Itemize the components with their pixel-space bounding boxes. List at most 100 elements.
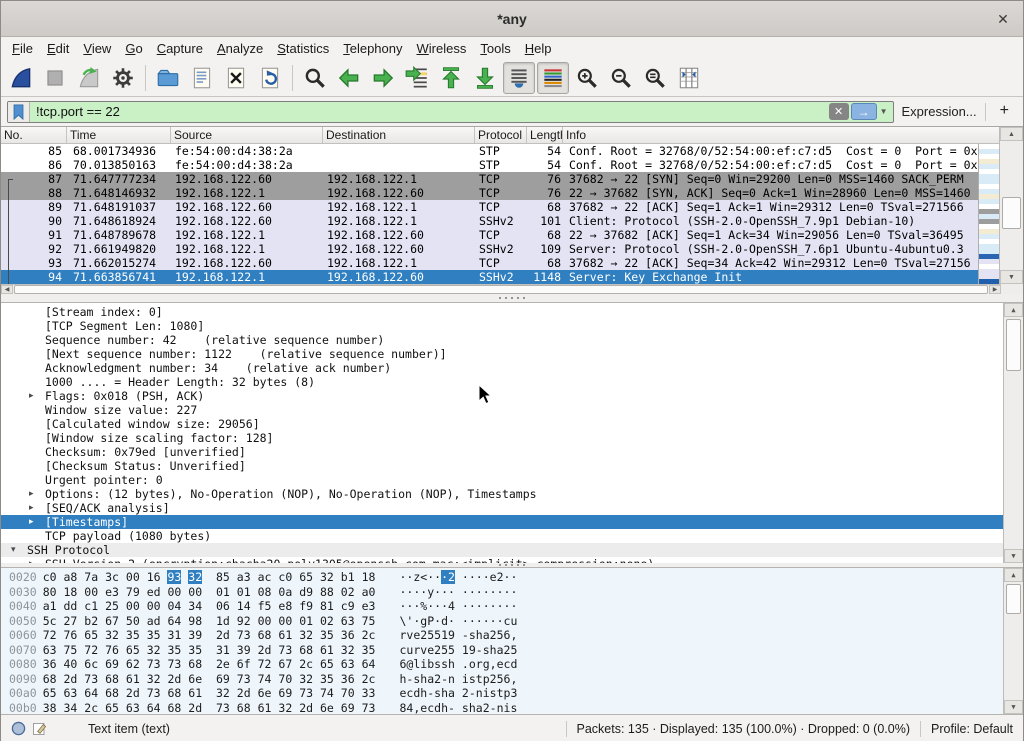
ascii-char[interactable]: - — [476, 643, 483, 657]
hex-row[interactable]: 0040a1 dd c1 25 00 00 04 34 06 14 f5 e8 … — [1, 599, 1023, 614]
ascii-char[interactable]: n — [476, 686, 483, 700]
hex-byte[interactable]: 16 — [147, 570, 161, 584]
hex-byte[interactable]: 61 — [258, 701, 272, 715]
ascii-char[interactable]: 5 — [510, 643, 517, 657]
hex-byte[interactable]: 81 — [320, 599, 334, 613]
hex-byte[interactable]: 39 — [188, 628, 202, 642]
hex-byte[interactable]: 85 — [216, 570, 230, 584]
hex-byte[interactable]: 2d — [64, 672, 78, 686]
hex-byte[interactable]: c9 — [341, 599, 355, 613]
ascii-char[interactable]: 1 — [441, 628, 448, 642]
hex-byte[interactable]: 63 — [341, 657, 355, 671]
hex-byte[interactable]: 7a — [84, 570, 98, 584]
hex-byte[interactable]: 61 — [320, 643, 334, 657]
zoom-out-button[interactable] — [605, 62, 637, 94]
ascii-char[interactable] — [455, 599, 462, 613]
ascii-char[interactable]: , — [490, 657, 497, 671]
hex-byte[interactable]: 36 — [341, 628, 355, 642]
hex-byte[interactable]: 63 — [126, 701, 140, 715]
go-first-button[interactable] — [435, 62, 467, 94]
hex-byte[interactable]: 92 — [237, 614, 251, 628]
hex-byte[interactable]: 72 — [84, 643, 98, 657]
menu-statistics[interactable]: Statistics — [270, 39, 336, 58]
packet-list-hscrollbar[interactable]: ◀ ▶ — [1, 284, 1001, 294]
menu-go[interactable]: Go — [118, 39, 149, 58]
packet-list-hscroll-thumb[interactable] — [14, 285, 988, 294]
ascii-char[interactable]: · — [441, 570, 448, 584]
restart-capture-button[interactable] — [73, 62, 105, 94]
ascii-char[interactable]: i — [483, 686, 490, 700]
ascii-char[interactable]: r — [476, 657, 483, 671]
detail-line[interactable]: ▾SSH Protocol — [1, 543, 1005, 557]
hex-byte[interactable]: 1d — [216, 614, 230, 628]
packet-list-vscrollbar[interactable]: ▲ ▼ — [999, 127, 1023, 284]
filter-apply-button[interactable]: → — [851, 103, 877, 120]
hex-byte[interactable]: 79 — [126, 585, 140, 599]
hex-byte[interactable]: 69 — [278, 686, 292, 700]
ascii-char[interactable]: a — [483, 628, 490, 642]
hex-byte[interactable]: c0 — [278, 570, 292, 584]
hex-byte[interactable]: 67 — [105, 614, 119, 628]
hex-byte[interactable]: 06 — [216, 599, 230, 613]
ascii-char[interactable]: s — [490, 686, 497, 700]
ascii-char[interactable]: a — [497, 643, 504, 657]
packet-row[interactable]: 9371.662015274192.168.122.60192.168.122.… — [1, 256, 978, 270]
detail-line[interactable]: [TCP Segment Len: 1080] — [1, 319, 1005, 333]
ascii-char[interactable]: , — [510, 672, 517, 686]
ascii-char[interactable]: 9 — [469, 643, 476, 657]
ascii-char[interactable]: - — [448, 701, 455, 715]
ascii-char[interactable]: u — [510, 614, 517, 628]
ascii-char[interactable]: o — [469, 657, 476, 671]
ascii-char[interactable]: , — [510, 628, 517, 642]
ascii-char[interactable]: 2 — [497, 570, 504, 584]
hex-byte[interactable]: 6f — [237, 657, 251, 671]
save-file-button[interactable] — [186, 62, 218, 94]
detail-line[interactable]: 1000 .... = Header Length: 32 bytes (8) — [1, 375, 1005, 389]
hex-byte[interactable]: 93 — [167, 570, 181, 584]
ascii-char[interactable]: · — [476, 599, 483, 613]
ascii-char[interactable]: i — [462, 672, 469, 686]
ascii-char[interactable]: · — [469, 570, 476, 584]
ascii-char[interactable]: 2 — [490, 628, 497, 642]
hex-byte[interactable]: e8 — [278, 599, 292, 613]
ascii-char[interactable] — [455, 570, 462, 584]
hex-byte[interactable]: 00 — [278, 614, 292, 628]
hex-byte[interactable]: 69 — [105, 657, 119, 671]
ascii-char[interactable]: · — [476, 570, 483, 584]
hex-byte[interactable]: 65 — [299, 570, 313, 584]
ascii-char[interactable]: · — [476, 614, 483, 628]
hex-byte[interactable]: 61 — [126, 672, 140, 686]
hex-byte[interactable]: 5c — [43, 614, 57, 628]
menu-file[interactable]: File — [5, 39, 40, 58]
detail-line[interactable]: Window size value: 227 — [1, 403, 1005, 417]
hex-byte[interactable]: 35 — [188, 643, 202, 657]
hex-byte[interactable]: 65 — [84, 628, 98, 642]
hex-row[interactable]: 003080 18 00 e3 79 ed 00 00 01 01 08 0a … — [1, 585, 1023, 600]
ascii-char[interactable]: · — [497, 599, 504, 613]
hex-byte[interactable]: 73 — [216, 701, 230, 715]
ascii-char[interactable]: d — [510, 657, 517, 671]
hex-byte[interactable]: 68 — [105, 686, 119, 700]
ascii-char[interactable]: a — [448, 686, 455, 700]
filter-history-dropdown[interactable]: ▼ — [880, 107, 888, 116]
hex-byte[interactable]: 98 — [188, 614, 202, 628]
hex-byte[interactable]: 6e — [188, 672, 202, 686]
hex-byte[interactable]: 6e — [258, 686, 272, 700]
ascii-char[interactable]: 1 — [462, 643, 469, 657]
hex-byte[interactable]: 68 — [237, 701, 251, 715]
scroll-down-icon[interactable]: ▼ — [1004, 700, 1023, 714]
hex-byte[interactable]: 00 — [84, 585, 98, 599]
ascii-char[interactable]: · — [448, 614, 455, 628]
hex-byte[interactable]: 72 — [43, 628, 57, 642]
detail-line[interactable]: [Stream index: 0] — [1, 305, 1005, 319]
packet-row[interactable]: 8568.001734936fe:54:00:d4:38:2aSTP54Conf… — [1, 144, 978, 158]
menu-help[interactable]: Help — [518, 39, 559, 58]
hex-byte[interactable]: 61 — [278, 628, 292, 642]
hex-byte[interactable]: 68 — [188, 657, 202, 671]
hex-byte[interactable]: 39 — [237, 643, 251, 657]
hex-byte[interactable]: 32 — [278, 701, 292, 715]
hex-byte[interactable]: 73 — [237, 672, 251, 686]
ascii-char[interactable]: s — [510, 701, 517, 715]
ascii-char[interactable]: - — [441, 672, 448, 686]
ascii-char[interactable]: . — [462, 657, 469, 671]
